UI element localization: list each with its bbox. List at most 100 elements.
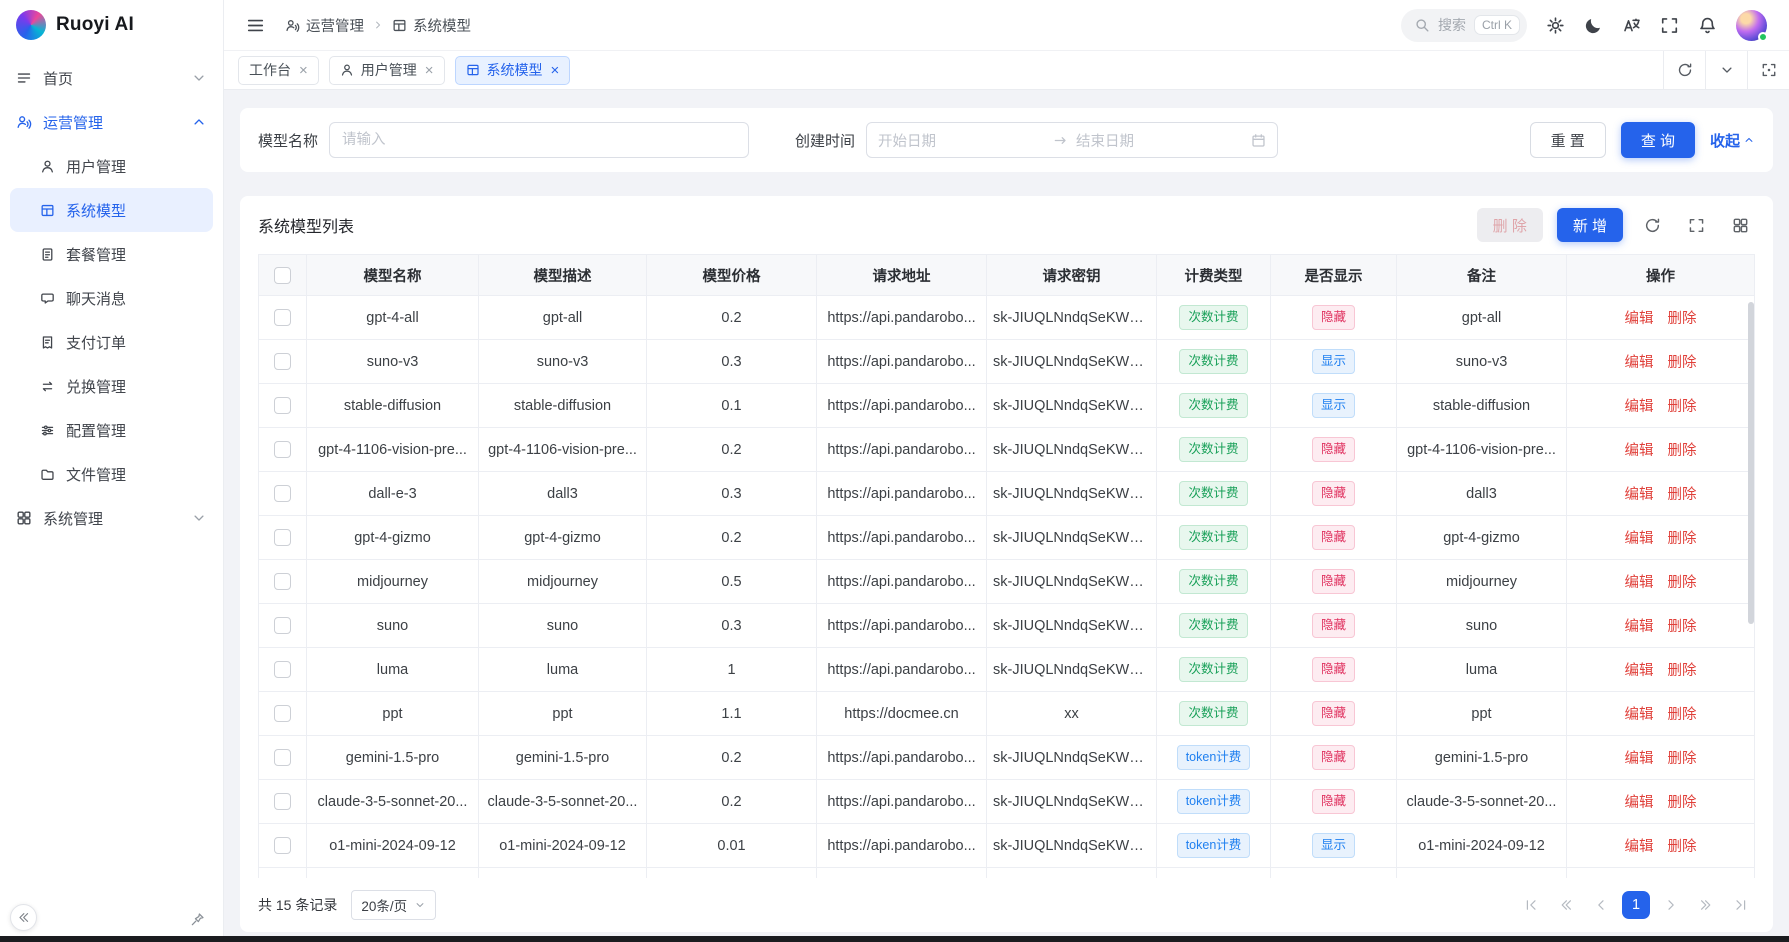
sidebar-item-system[interactable]: 系统管理 (0, 496, 223, 540)
vertical-scrollbar[interactable] (1748, 302, 1754, 624)
edit-link[interactable]: 编辑 (1625, 311, 1654, 327)
billing-type-badge: 次数计费 (1179, 613, 1247, 638)
sidebar-item-operations[interactable]: 运营管理 (0, 100, 223, 144)
reset-button[interactable]: 重 置 (1530, 122, 1606, 158)
delete-link[interactable]: 删除 (1668, 751, 1697, 767)
main-area: 运营管理 系统模型 搜索 Ctrl K (224, 0, 1789, 942)
next-pages-button[interactable] (1692, 891, 1720, 919)
edit-link[interactable]: 编辑 (1625, 707, 1654, 723)
table-row: gpt-4-allgpt-all0.2https://api.pandarobo… (259, 296, 1755, 340)
table-fullscreen-icon[interactable] (1681, 210, 1711, 240)
collapse-filter-link[interactable]: 收起 (1710, 130, 1755, 151)
cell-billing-type: token计费 (1157, 780, 1271, 824)
sidebar-submenu-operations: 用户管理系统模型套餐管理聊天消息支付订单兑换管理配置管理文件管理 (0, 144, 223, 496)
sidebar-item-config[interactable]: 配置管理 (10, 408, 213, 452)
settings-icon[interactable] (1546, 16, 1565, 35)
edit-link[interactable]: 编辑 (1625, 619, 1654, 635)
delete-link[interactable]: 删除 (1668, 663, 1697, 679)
delete-link[interactable]: 删除 (1668, 487, 1697, 503)
app-logo[interactable]: Ruoyi AI (0, 0, 223, 50)
sidebar-item-files[interactable]: 文件管理 (10, 452, 213, 496)
delete-link[interactable]: 删除 (1668, 795, 1697, 811)
edit-link[interactable]: 编辑 (1625, 531, 1654, 547)
page-size-select[interactable]: 20条/页 (351, 890, 436, 920)
delete-link[interactable]: 删除 (1668, 619, 1697, 635)
edit-link[interactable]: 编辑 (1625, 487, 1654, 503)
tabs-menu-icon[interactable] (1705, 51, 1747, 89)
edit-link[interactable]: 编辑 (1625, 575, 1654, 591)
row-checkbox[interactable] (274, 573, 291, 590)
tab-workbench[interactable]: 工作台× (238, 56, 319, 85)
edit-link[interactable]: 编辑 (1625, 751, 1654, 767)
row-checkbox[interactable] (274, 309, 291, 326)
row-checkbox[interactable] (274, 441, 291, 458)
current-page[interactable]: 1 (1622, 891, 1650, 919)
prev-page-button[interactable] (1587, 891, 1615, 919)
row-checkbox[interactable] (274, 397, 291, 414)
row-checkbox[interactable] (274, 485, 291, 502)
row-checkbox[interactable] (274, 529, 291, 546)
row-checkbox[interactable] (274, 661, 291, 678)
search-button[interactable]: 查 询 (1621, 122, 1695, 158)
sidebar-item-payment-orders[interactable]: 支付订单 (10, 320, 213, 364)
cell-request-key: sk-JIUQLNndqSeKWU... (987, 340, 1157, 384)
breadcrumb-item-operations[interactable]: 运营管理 (285, 15, 364, 36)
prev-pages-button[interactable] (1552, 891, 1580, 919)
tab-models[interactable]: 系统模型× (455, 56, 571, 85)
close-tab-icon[interactable]: × (299, 63, 308, 78)
table-row: sunosuno0.3https://api.pandarobo...sk-JI… (259, 604, 1755, 648)
maximize-content-icon[interactable] (1747, 51, 1789, 89)
delete-link[interactable]: 删除 (1668, 399, 1697, 415)
fullscreen-icon[interactable] (1660, 16, 1679, 35)
close-tab-icon[interactable]: × (425, 63, 434, 78)
refresh-table-icon[interactable] (1637, 210, 1667, 240)
row-checkbox[interactable] (274, 837, 291, 854)
edit-link[interactable]: 编辑 (1625, 839, 1654, 855)
row-checkbox[interactable] (274, 353, 291, 370)
date-range-picker[interactable]: 开始日期 结束日期 (866, 122, 1278, 158)
sidebar-item-users[interactable]: 用户管理 (10, 144, 213, 188)
refresh-page-icon[interactable] (1663, 51, 1705, 89)
add-button[interactable]: 新 增 (1557, 208, 1623, 242)
sidebar-collapse-button[interactable] (10, 904, 37, 931)
sidebar-item-home[interactable]: 首页 (0, 56, 223, 100)
delete-link[interactable]: 删除 (1668, 311, 1697, 327)
language-icon[interactable] (1622, 16, 1641, 35)
row-checkbox[interactable] (274, 705, 291, 722)
notifications-icon[interactable] (1698, 16, 1717, 35)
row-checkbox[interactable] (274, 617, 291, 634)
model-name-input[interactable] (329, 122, 749, 158)
first-page-button[interactable] (1517, 891, 1545, 919)
sidebar-item-packages[interactable]: 套餐管理 (10, 232, 213, 276)
delete-link[interactable]: 删除 (1668, 575, 1697, 591)
delete-link[interactable]: 删除 (1668, 839, 1697, 855)
delete-button[interactable]: 删 除 (1477, 208, 1543, 242)
column-settings-icon[interactable] (1725, 210, 1755, 240)
select-all-checkbox[interactable] (274, 267, 291, 284)
dark-mode-icon[interactable] (1584, 16, 1603, 35)
edit-link[interactable]: 编辑 (1625, 795, 1654, 811)
close-tab-icon[interactable]: × (551, 63, 560, 78)
sidebar-item-models[interactable]: 系统模型 (10, 188, 213, 232)
edit-link[interactable]: 编辑 (1625, 663, 1654, 679)
window-bottom-edge (0, 936, 1789, 942)
sidebar-toggle-icon[interactable] (246, 16, 265, 35)
last-page-button[interactable] (1727, 891, 1755, 919)
row-checkbox[interactable] (274, 749, 291, 766)
delete-link[interactable]: 删除 (1668, 531, 1697, 547)
pin-sidebar-icon[interactable] (190, 912, 205, 927)
row-checkbox[interactable] (274, 793, 291, 810)
sidebar-item-chat-messages[interactable]: 聊天消息 (10, 276, 213, 320)
edit-link[interactable]: 编辑 (1625, 355, 1654, 371)
global-search[interactable]: 搜索 Ctrl K (1401, 9, 1527, 42)
delete-link[interactable]: 删除 (1668, 443, 1697, 459)
avatar[interactable] (1736, 10, 1767, 41)
tab-users[interactable]: 用户管理× (329, 56, 445, 85)
edit-link[interactable]: 编辑 (1625, 399, 1654, 415)
delete-link[interactable]: 删除 (1668, 355, 1697, 371)
edit-link[interactable]: 编辑 (1625, 443, 1654, 459)
delete-link[interactable]: 删除 (1668, 707, 1697, 723)
breadcrumb-item-models[interactable]: 系统模型 (392, 15, 471, 36)
sidebar-item-redeem[interactable]: 兑换管理 (10, 364, 213, 408)
next-page-button[interactable] (1657, 891, 1685, 919)
